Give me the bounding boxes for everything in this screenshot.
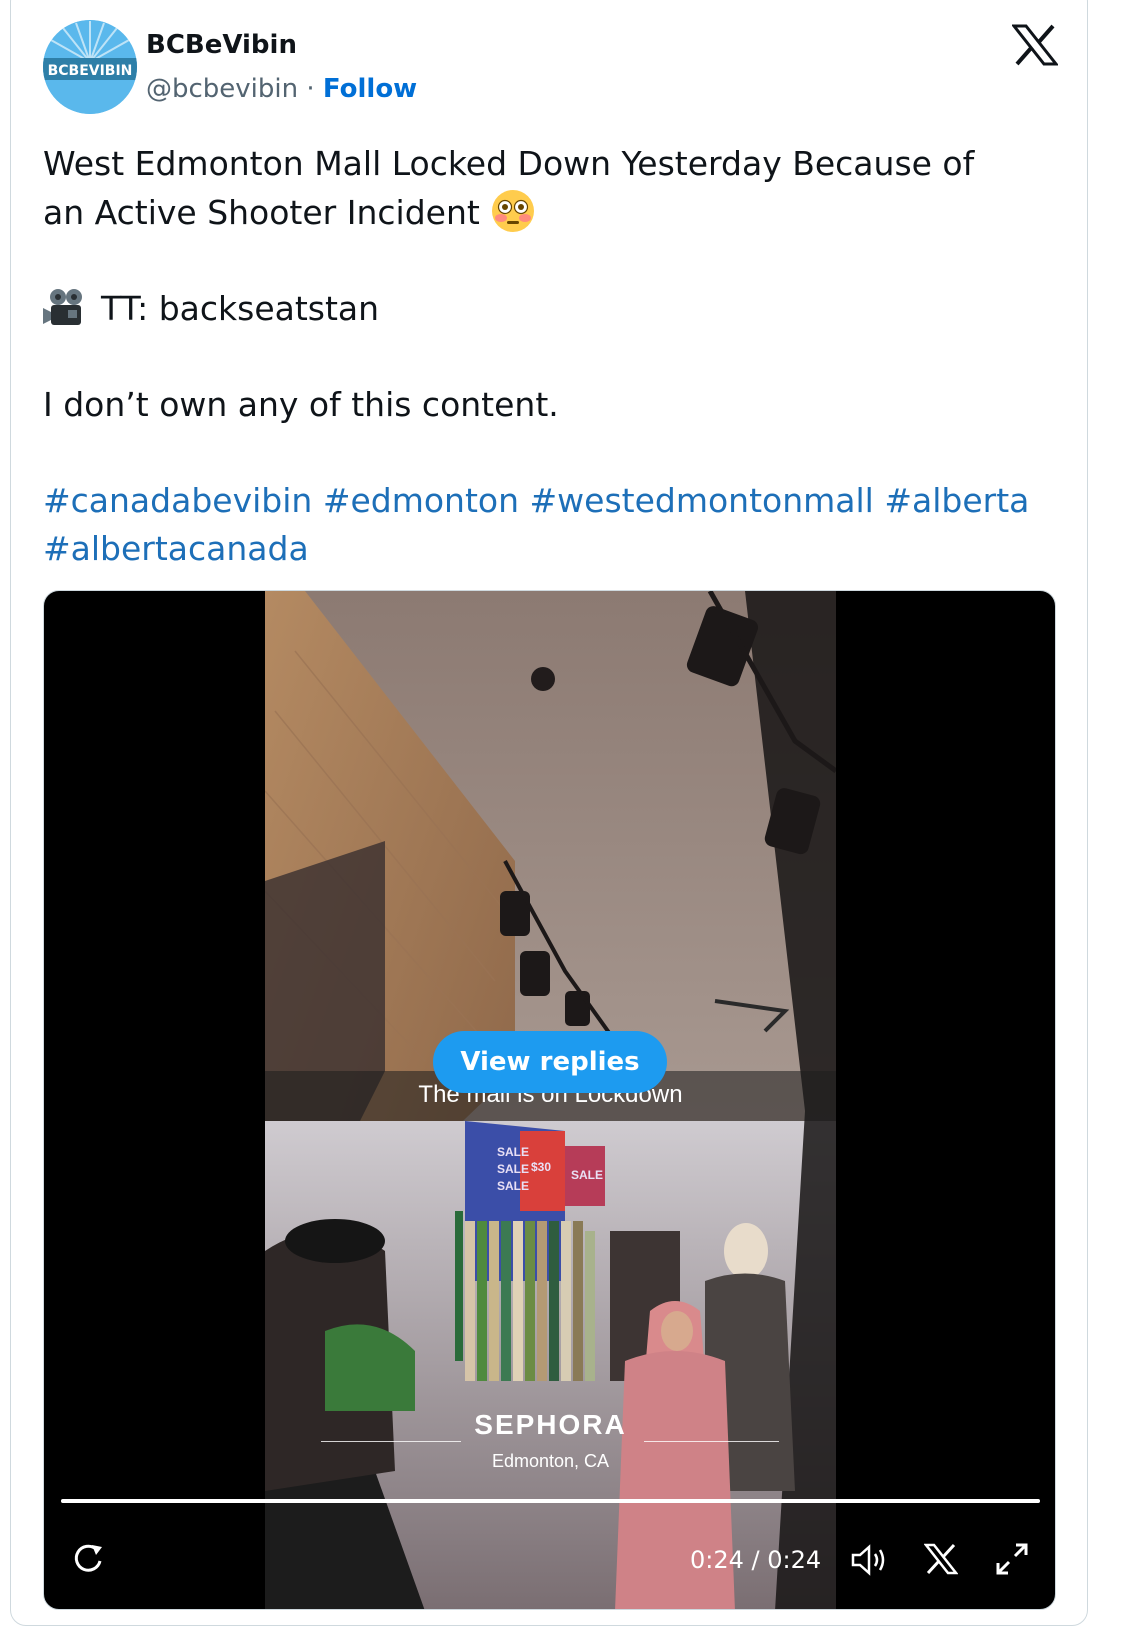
credit-text: TT: backseatstan xyxy=(101,289,380,328)
video-player[interactable]: SALE SALE SALE $30 SALE The mall is on L… xyxy=(43,590,1056,1610)
view-replies-button[interactable]: View replies xyxy=(433,1031,667,1093)
svg-text:SALE: SALE xyxy=(497,1162,529,1176)
author-avatar[interactable]: BCBEVIBIN xyxy=(43,20,137,114)
flushed-face-emoji xyxy=(492,190,535,232)
hashtag-link[interactable]: #canadabevibin xyxy=(43,481,312,520)
author-name[interactable]: BCBeVibin xyxy=(146,30,297,60)
tweet-line-2: an Active Shooter Incident xyxy=(43,193,480,232)
hashtag-link[interactable]: #westedmontonmall xyxy=(530,481,874,520)
expand-icon[interactable] xyxy=(994,1541,1030,1577)
author-handle[interactable]: @bcbevibin xyxy=(146,74,298,104)
x-logo-icon[interactable] xyxy=(924,1543,958,1575)
follow-button[interactable]: Follow xyxy=(323,74,417,104)
tweet-line-2-row: an Active Shooter Incident xyxy=(43,188,1063,237)
location-divider xyxy=(321,1441,461,1442)
x-logo-icon[interactable] xyxy=(1012,24,1058,66)
tweet-body: West Edmonton Mall Locked Down Yesterday… xyxy=(43,140,1063,573)
video-time: 0:24 / 0:24 xyxy=(690,1546,822,1574)
svg-text:BCBEVIBIN: BCBEVIBIN xyxy=(48,63,133,79)
replay-icon[interactable] xyxy=(70,1541,106,1577)
svg-text:SALE: SALE xyxy=(497,1145,529,1159)
video-progress-bar[interactable] xyxy=(61,1499,1040,1503)
location-subtitle: Edmonton, CA xyxy=(491,1451,610,1471)
movie-camera-emoji xyxy=(43,289,82,325)
location-title: SEPHORA xyxy=(474,1409,627,1440)
hashtag-link[interactable]: #alberta xyxy=(884,481,1029,520)
credit-row: TT: backseatstan xyxy=(43,285,1063,333)
hashtag-link[interactable]: #edmonton xyxy=(323,481,519,520)
video-progress-fill xyxy=(61,1499,1040,1503)
disclaimer-text: I don’t own any of this content. xyxy=(43,385,559,424)
svg-text:SALE: SALE xyxy=(571,1168,603,1182)
location-divider xyxy=(644,1441,779,1442)
separator-dot: · xyxy=(306,74,315,104)
author-handle-row: @bcbevibin · Follow xyxy=(146,74,417,104)
hashtag-link[interactable]: #albertacanada xyxy=(43,529,309,568)
hashtag-row-1: #canadabevibin #edmonton #westedmontonma… xyxy=(43,477,1063,525)
svg-text:SALE: SALE xyxy=(497,1179,529,1193)
tweet-line-1: West Edmonton Mall Locked Down Yesterday… xyxy=(43,144,975,183)
svg-text:$30: $30 xyxy=(531,1160,551,1174)
hashtag-row-2: #albertacanada xyxy=(43,525,1063,573)
volume-icon[interactable] xyxy=(850,1543,890,1577)
